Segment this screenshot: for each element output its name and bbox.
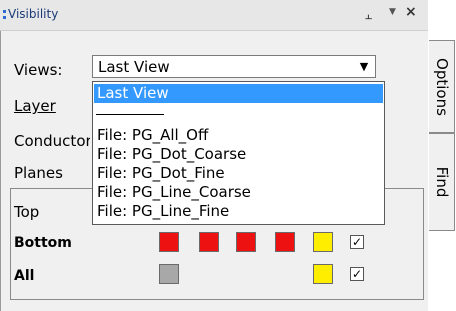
layer-label: Layer: [14, 97, 56, 115]
tab-find[interactable]: Find: [429, 133, 455, 231]
chevron-down-icon[interactable]: ▼: [389, 7, 396, 17]
plane-row-top-label: Top: [14, 203, 40, 221]
grip-icon[interactable]: [3, 10, 6, 22]
close-icon[interactable]: ×: [405, 4, 417, 20]
views-label: Views:: [14, 61, 63, 79]
tab-find-label: Find: [432, 166, 451, 198]
bottom-visible-checkbox[interactable]: ✓: [350, 235, 364, 249]
views-option-pg-dot-fine[interactable]: File: PG_Dot_Fine: [94, 164, 383, 183]
tab-options[interactable]: Options: [429, 40, 455, 133]
plane-row-bottom-label: Bottom: [14, 235, 72, 251]
views-select-value: Last View: [98, 58, 170, 76]
panel-titlebar[interactable]: Visibility ⫠ ▼ ×: [0, 0, 428, 31]
all-color-swatch-2[interactable]: [313, 264, 333, 284]
views-option-separator: [96, 114, 164, 115]
planes-label: Planes: [14, 164, 63, 182]
views-option-pg-all-off[interactable]: File: PG_All_Off: [94, 126, 383, 145]
tab-options-label: Options: [432, 57, 451, 116]
views-option-pg-dot-coarse[interactable]: File: PG_Dot_Coarse: [94, 145, 383, 164]
conductors-label: Conductors: [14, 132, 90, 150]
views-option-last-view[interactable]: Last View: [94, 84, 383, 103]
bottom-color-swatch-5[interactable]: [313, 232, 333, 252]
bottom-color-swatch-1[interactable]: [159, 232, 179, 252]
all-visible-checkbox[interactable]: ✓: [350, 267, 364, 281]
views-select[interactable]: Last View ▼: [92, 55, 376, 78]
bottom-color-swatch-4[interactable]: [275, 232, 295, 252]
panel-title: Visibility: [8, 7, 59, 21]
views-dropdown-list[interactable]: Last View File: PG_All_Off File: PG_Dot_…: [92, 81, 385, 225]
plane-row-all-label: All: [14, 268, 35, 284]
bottom-color-swatch-2[interactable]: [199, 232, 219, 252]
visibility-panel: Visibility ⫠ ▼ × Views: Layer Conductors…: [0, 0, 456, 311]
dropdown-arrow-icon[interactable]: ▼: [353, 56, 375, 77]
side-tab-strip: Options Find: [428, 31, 456, 311]
bottom-color-swatch-3[interactable]: [236, 232, 256, 252]
views-option-pg-line-coarse[interactable]: File: PG_Line_Coarse: [94, 183, 383, 202]
all-color-swatch-1[interactable]: [159, 264, 179, 284]
views-option-pg-line-fine[interactable]: File: PG_Line_Fine: [94, 202, 383, 221]
pin-icon[interactable]: ⫠: [365, 8, 372, 23]
